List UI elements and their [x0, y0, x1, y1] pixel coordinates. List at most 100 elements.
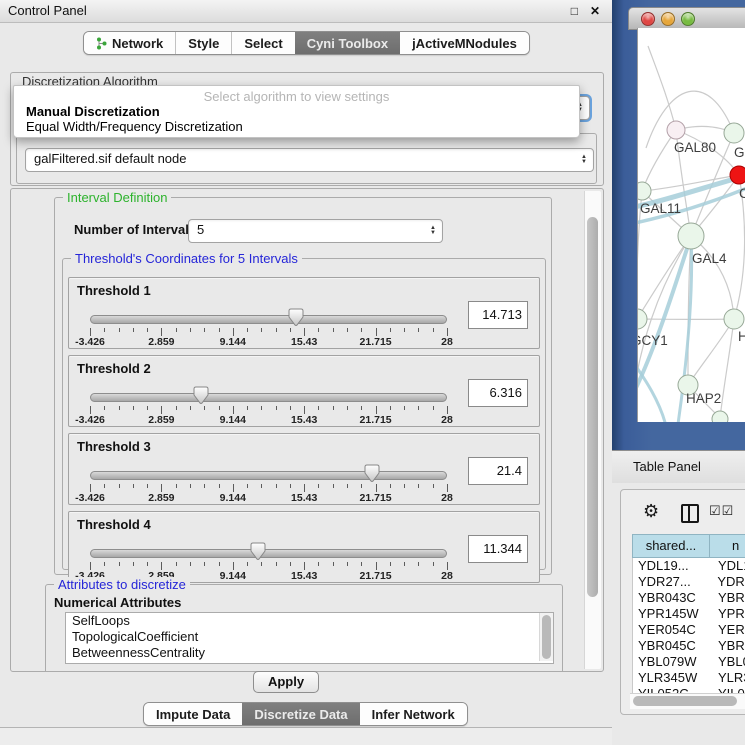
algorithm-option-equal-width[interactable]: Equal Width/Frequency Discretization	[26, 119, 243, 134]
attribute-item-topologicalcoefficient[interactable]: TopologicalCoefficient	[66, 629, 553, 645]
slider-tick	[133, 328, 134, 332]
slider-tick-label: 28	[441, 570, 453, 582]
slider-tick	[276, 562, 277, 566]
slider-tick	[418, 406, 419, 410]
network-canvas[interactable]: GAL80GCGAL11GAL4GCY1HHAP2	[637, 28, 745, 422]
slider-tick	[233, 484, 234, 492]
threshold-value-field[interactable]: 14.713	[468, 301, 528, 329]
settings-scrollbar[interactable]	[584, 191, 601, 669]
algorithm-option-manual[interactable]: Manual Discretization	[26, 104, 160, 119]
node-label-node-red: C	[739, 186, 745, 201]
threshold-value-field[interactable]: 6.316	[468, 379, 528, 407]
threshold-slider[interactable]: -3.4262.8599.14415.4321.71528	[90, 308, 447, 346]
network-edge	[688, 319, 734, 385]
table-horizontal-scrollbar[interactable]	[630, 693, 745, 709]
threshold-slider[interactable]: -3.4262.8599.14415.4321.71528	[90, 464, 447, 502]
network-node-node-g[interactable]	[724, 123, 744, 143]
column-layout-icon[interactable]	[681, 504, 699, 523]
table-row[interactable]: YER054CYER0	[633, 622, 745, 638]
slider-track[interactable]	[90, 393, 447, 402]
slider-tick	[219, 562, 220, 566]
network-edge	[720, 319, 734, 418]
tab-select[interactable]: Select	[231, 32, 294, 54]
numerical-attributes-list[interactable]: SelfLoopsTopologicalCoefficientBetweenne…	[65, 612, 554, 664]
threshold-value-field[interactable]: 11.344	[468, 535, 528, 563]
attribute-item-selfloops[interactable]: SelfLoops	[66, 613, 553, 629]
network-node-gal80[interactable]	[667, 121, 685, 139]
close-icon[interactable]: ✕	[590, 0, 600, 22]
threshold-1-box: Threshold 1-3.4262.8599.14415.4321.71528…	[68, 277, 540, 349]
tab-network[interactable]: Network	[84, 32, 175, 54]
network-node-node-red[interactable]	[730, 166, 745, 184]
tab-infer-network[interactable]: Infer Network	[360, 703, 467, 725]
network-node-gal11[interactable]	[638, 182, 651, 200]
tab-discretize-data[interactable]: Discretize Data	[242, 703, 359, 725]
network-node-gcy1[interactable]	[638, 309, 647, 329]
show-columns-icon[interactable]: ☑☑	[709, 503, 734, 519]
slider-tick	[233, 562, 234, 570]
table-row[interactable]: YPR145WYPR1	[633, 606, 745, 622]
slider-tick-label: 15.43	[291, 414, 317, 426]
table-row[interactable]: YBR045CYBR0	[633, 638, 745, 654]
slider-track[interactable]	[90, 471, 447, 480]
tab-style[interactable]: Style	[175, 32, 231, 54]
zoom-traffic-light[interactable]	[681, 12, 695, 26]
attributes-scrollbar-thumb[interactable]	[542, 615, 551, 659]
slider-tick	[290, 328, 291, 332]
close-traffic-light[interactable]	[641, 12, 655, 26]
slider-thumb[interactable]	[193, 386, 209, 405]
slider-track[interactable]	[90, 549, 447, 558]
apply-button[interactable]: Apply	[253, 671, 319, 693]
slider-tick	[447, 484, 448, 492]
table-row[interactable]: YDR27...YDR2	[633, 574, 745, 590]
cell-name: YBR0	[715, 590, 745, 606]
attributes-group: Attributes to discretize Numerical Attri…	[45, 584, 563, 672]
tab-jactivemnodules[interactable]: jActiveMNodules	[400, 32, 529, 54]
table-row[interactable]: YBL079WYBL0	[633, 654, 745, 670]
slider-tick	[161, 484, 162, 492]
threshold-label: Threshold 3	[77, 439, 151, 454]
network-node-node-bottom[interactable]	[712, 411, 728, 422]
network-node-node-h[interactable]	[724, 309, 744, 329]
table-panel-box: ⚙ ☑☑ shared... n YDL19...YDL1YDR27...YDR…	[620, 489, 745, 715]
table-data-select[interactable]: galFiltered.sif default node ▲▼	[25, 148, 594, 172]
node-label-gcy1: GCY1	[638, 333, 668, 348]
column-header-name[interactable]: n	[710, 534, 745, 558]
slider-tick	[361, 406, 362, 410]
attributes-scrollbar[interactable]	[539, 613, 553, 661]
table-row[interactable]: YDL19...YDL1	[633, 558, 745, 574]
slider-thumb[interactable]	[364, 464, 380, 483]
slider-thumb[interactable]	[250, 542, 266, 561]
table-row[interactable]: YLR345WYLR3	[633, 670, 745, 686]
slider-tick-label: 15.43	[291, 336, 317, 348]
slider-track[interactable]	[90, 315, 447, 324]
slider-tick	[404, 484, 405, 488]
slider-tick	[119, 562, 120, 566]
attribute-item-betweennesscentrality[interactable]: BetweennessCentrality	[66, 645, 553, 661]
tab-impute-data[interactable]: Impute Data	[144, 703, 242, 725]
slider-tick-label: 21.715	[360, 570, 392, 582]
table-row[interactable]: YBR043CYBR0	[633, 590, 745, 606]
threshold-slider[interactable]: -3.4262.8599.14415.4321.71528	[90, 386, 447, 424]
network-node-gal4[interactable]	[678, 223, 704, 249]
table-horizontal-scrollbar-thumb[interactable]	[633, 696, 737, 706]
threshold-slider[interactable]: -3.4262.8599.14415.4321.71528	[90, 542, 447, 580]
number-of-intervals-select[interactable]: 5 ▲▼	[188, 219, 443, 243]
tab-cyni-toolbox[interactable]: Cyni Toolbox	[295, 32, 400, 54]
column-header-shared-name[interactable]: shared...	[632, 534, 710, 558]
slider-tick	[104, 484, 105, 488]
slider-tick	[133, 562, 134, 566]
slider-tick	[261, 406, 262, 410]
slider-tick	[190, 484, 191, 488]
slider-tick	[176, 562, 177, 566]
network-window-titlebar[interactable]	[628, 7, 745, 30]
slider-thumb[interactable]	[288, 308, 304, 327]
float-icon[interactable]: □	[571, 0, 578, 22]
gear-icon[interactable]: ⚙	[643, 501, 659, 521]
number-of-intervals-label: Number of Intervals	[74, 222, 196, 237]
slider-tick	[447, 406, 448, 414]
minimize-traffic-light[interactable]	[661, 12, 675, 26]
slider-tick	[247, 484, 248, 488]
settings-scrollbar-thumb[interactable]	[587, 217, 598, 597]
threshold-value-field[interactable]: 21.4	[468, 457, 528, 485]
